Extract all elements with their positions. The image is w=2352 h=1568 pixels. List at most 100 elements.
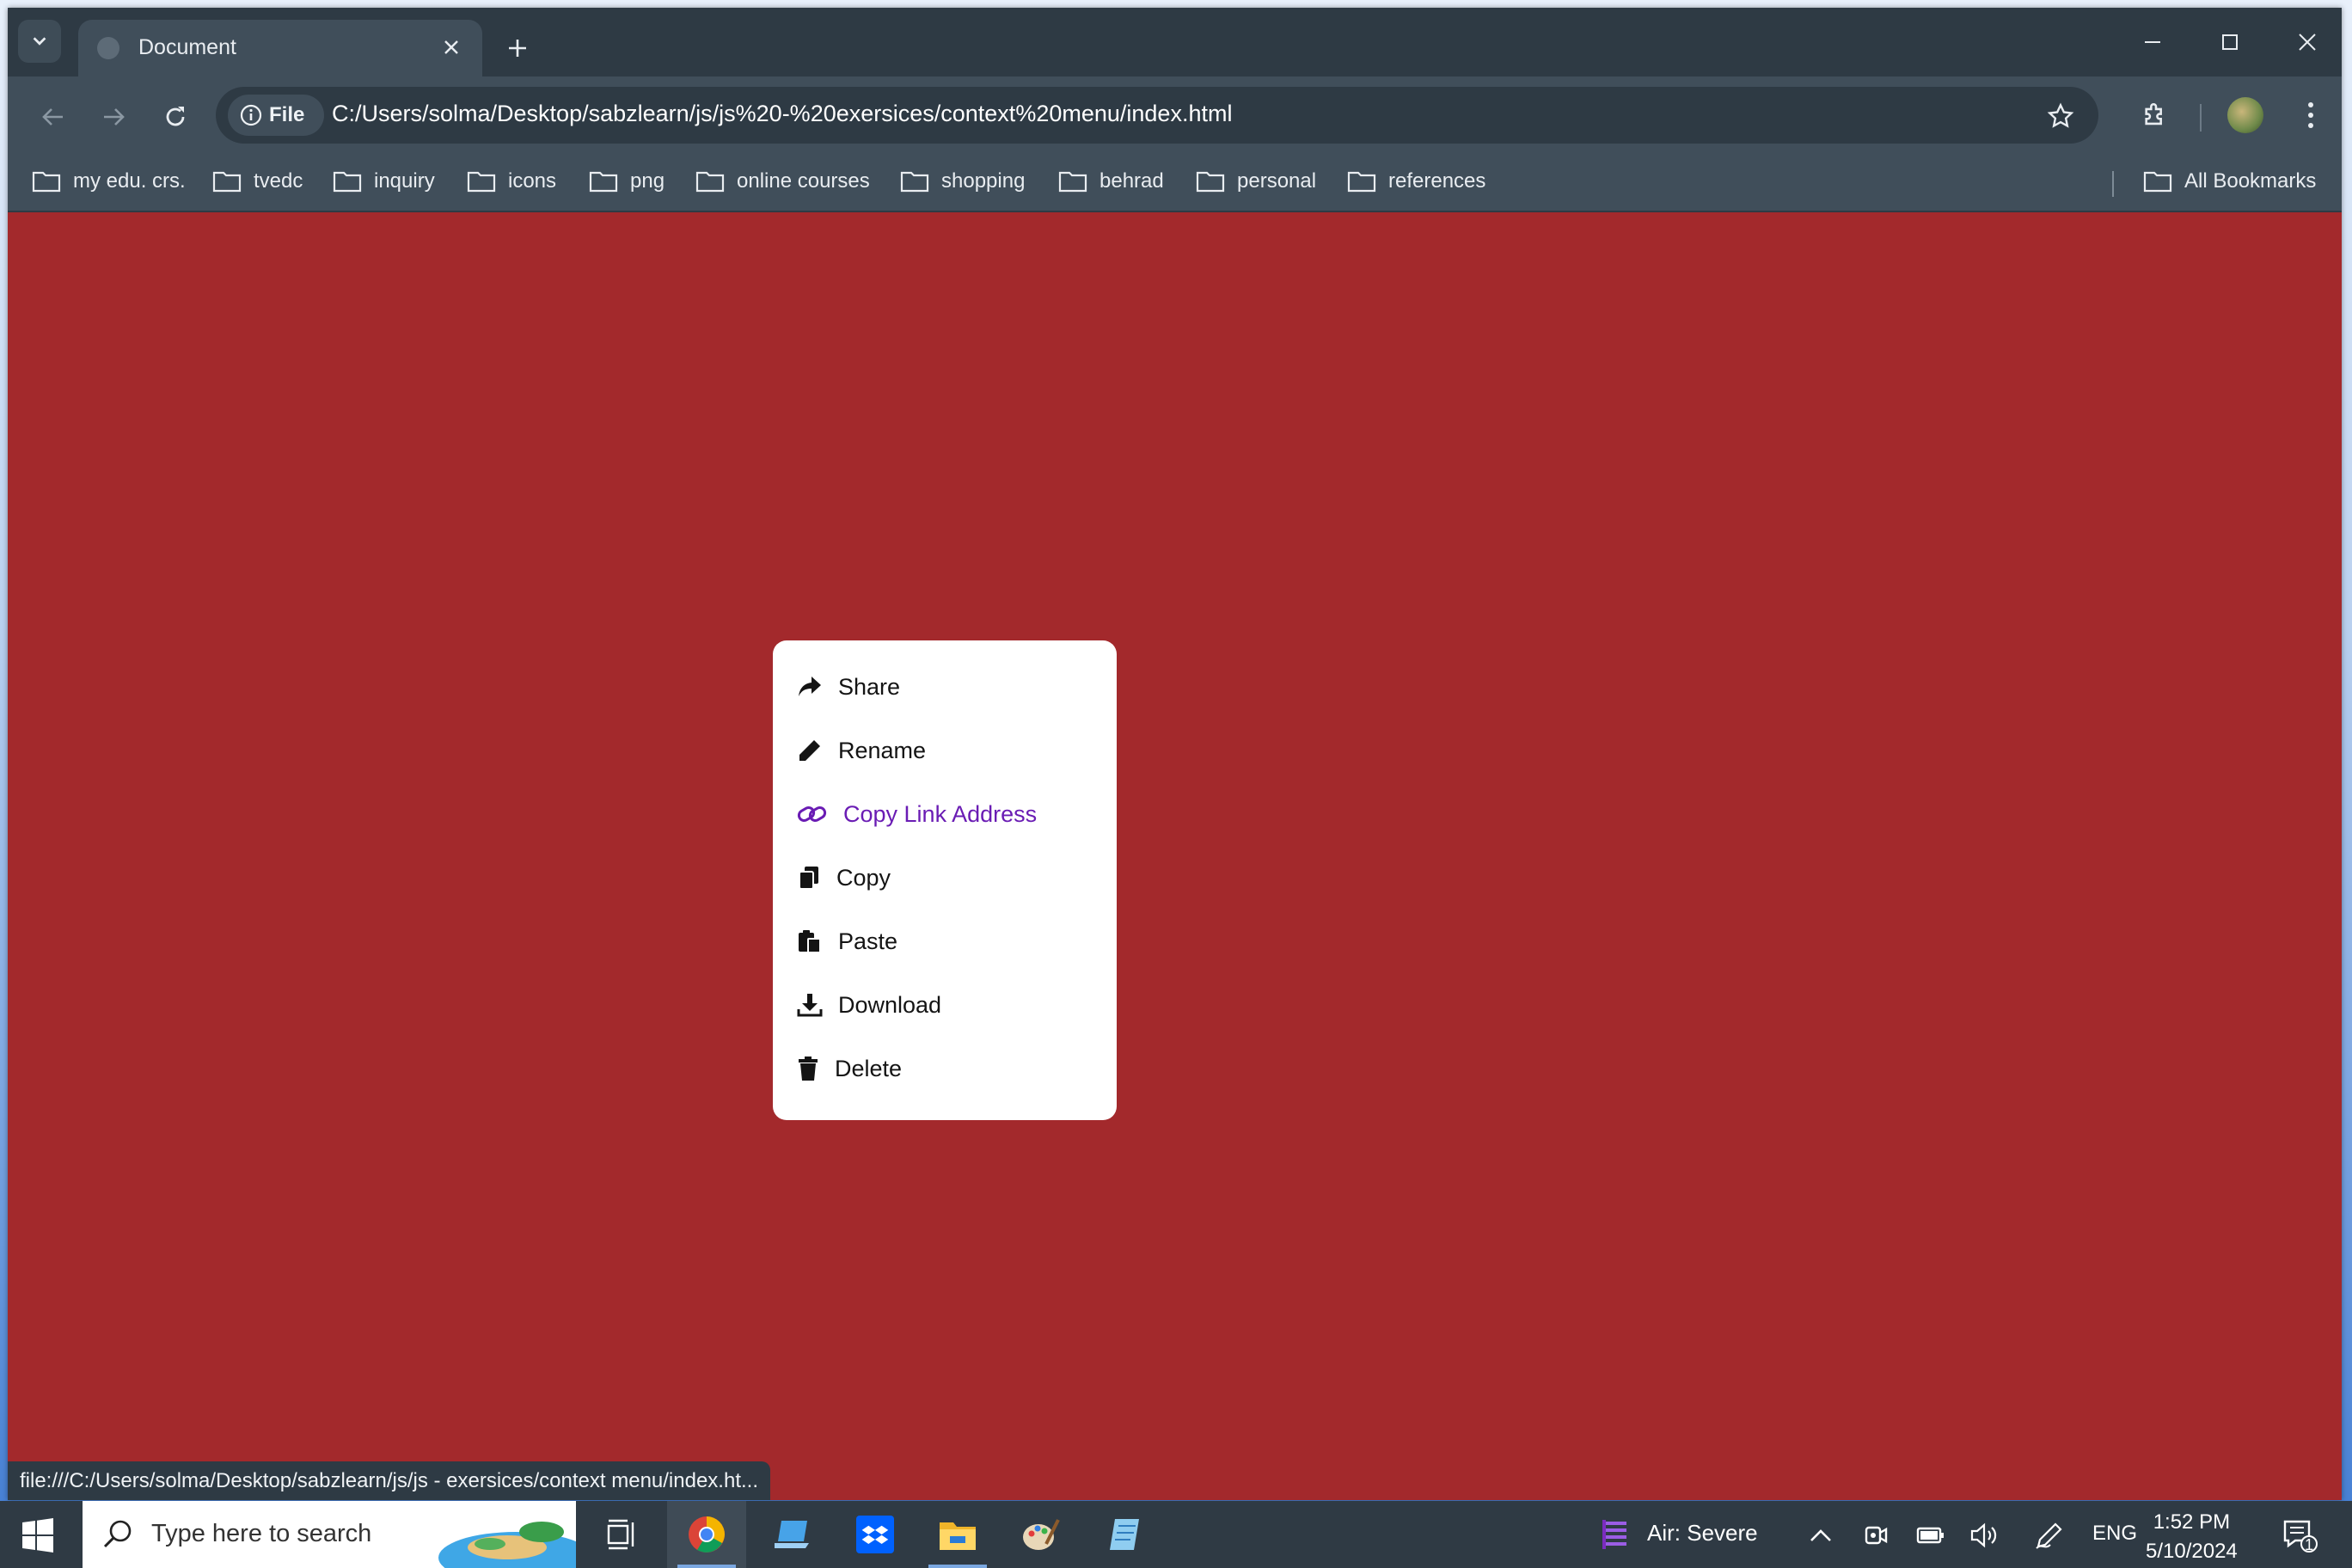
search-placeholder: Type here to search (151, 1520, 372, 1547)
maximize-button[interactable] (2191, 16, 2269, 68)
taskbar-laptop-app[interactable] (753, 1501, 832, 1568)
bookmark-label: shopping (941, 169, 1026, 193)
start-button[interactable] (17, 1515, 58, 1556)
bookmark-folder[interactable]: my edu. crs. (32, 169, 186, 193)
menu-item-label: Copy (836, 864, 891, 891)
notepad-icon (1110, 1519, 1139, 1550)
download-icon (797, 994, 823, 1017)
close-icon (444, 40, 458, 54)
share-icon (799, 677, 821, 696)
folder-icon (940, 1522, 976, 1550)
taskbar-search-box[interactable]: Type here to search (83, 1501, 576, 1568)
tab-strip: Document (8, 8, 2342, 77)
bookmark-label: inquiry (374, 169, 435, 193)
task-view-button[interactable] (581, 1501, 660, 1568)
link-status-bubble: file:///C:/Users/solma/Desktop/sabzlearn… (8, 1461, 770, 1500)
bookmark-star-button[interactable] (2043, 99, 2078, 133)
weather-widget-icon[interactable] (1597, 1516, 1632, 1551)
copy-icon (799, 867, 818, 890)
folder-icon (467, 171, 496, 193)
bookmark-folder[interactable]: behrad (1058, 169, 1164, 193)
reload-button[interactable] (154, 95, 197, 138)
menu-item-copy[interactable]: Copy (797, 852, 891, 903)
pen-workspace-button[interactable] (2034, 1520, 2065, 1551)
taskbar-dropbox[interactable] (836, 1501, 915, 1568)
bookmark-folder[interactable]: inquiry (333, 169, 435, 193)
active-app-indicator (677, 1565, 736, 1568)
menu-item-share[interactable]: Share (797, 661, 900, 713)
minimize-button[interactable] (2114, 16, 2191, 68)
chevron-down-icon (33, 37, 46, 46)
close-icon (2299, 34, 2316, 51)
menu-item-paste[interactable]: Paste (797, 916, 897, 967)
input-language[interactable]: ENG (2092, 1522, 2137, 1546)
taskbar-paint[interactable] (1001, 1501, 1080, 1568)
battery-button[interactable] (1915, 1520, 1946, 1551)
menu-item-delete[interactable]: Delete (797, 1043, 902, 1094)
meet-now-button[interactable] (1860, 1520, 1891, 1551)
speaker-icon (1970, 1522, 1997, 1548)
reload-icon (166, 107, 185, 126)
taskbar-chrome[interactable] (667, 1501, 746, 1568)
bookmark-folder[interactable]: icons (467, 169, 556, 193)
menu-button[interactable] (2289, 94, 2332, 137)
pen-icon (2036, 1522, 2062, 1549)
menu-item-label: Paste (838, 928, 898, 954)
site-info-chip[interactable]: File (228, 95, 324, 136)
tab-search-button[interactable] (18, 20, 61, 63)
url-text[interactable]: C:/Users/solma/Desktop/sabzlearn/js/js%2… (332, 101, 1232, 127)
action-center-button[interactable]: 1 (2280, 1516, 2318, 1554)
page-content[interactable] (8, 212, 2342, 1500)
clock-time: 1:52 PM (2153, 1510, 2231, 1534)
menu-item-copy-link-address[interactable]: Copy Link Address (797, 788, 1037, 840)
bookmark-folder[interactable]: personal (1196, 169, 1316, 193)
weather-text[interactable]: Air: Severe (1647, 1520, 1758, 1547)
puzzle-icon (2145, 103, 2162, 126)
laptop-icon (775, 1521, 809, 1548)
tab-title: Document (138, 35, 236, 59)
bookmark-folder[interactable]: shopping (900, 169, 1025, 193)
menu-item-label: Copy Link Address (843, 800, 1038, 827)
show-hidden-icons-button[interactable] (1805, 1520, 1836, 1551)
bookmark-folder[interactable]: tvedc (212, 169, 303, 193)
arrow-left-icon (42, 108, 63, 126)
kebab-menu-icon (2308, 102, 2313, 128)
extensions-button[interactable] (2135, 94, 2177, 137)
menu-item-rename[interactable]: Rename (797, 725, 926, 776)
back-button[interactable] (32, 95, 75, 138)
folder-icon (212, 171, 242, 193)
browser-toolbar: File C:/Users/solma/Desktop/sabzlearn/js… (8, 77, 2342, 156)
task-view-icon (607, 1519, 634, 1550)
windows-logo-icon (22, 1518, 53, 1553)
dropbox-icon (856, 1516, 894, 1553)
profile-avatar[interactable] (2227, 97, 2263, 133)
folder-icon (333, 171, 362, 193)
tab-close-button[interactable] (436, 32, 467, 63)
taskbar-clock[interactable]: 1:52 PM 5/10/2024 (2146, 1508, 2238, 1566)
forward-button[interactable] (92, 95, 135, 138)
address-bar[interactable]: File C:/Users/solma/Desktop/sabzlearn/js… (216, 87, 2098, 144)
bookmark-label: my edu. crs. (73, 169, 186, 193)
tab-document[interactable]: Document (78, 20, 482, 77)
bookmark-label: png (630, 169, 665, 193)
folder-icon (1058, 171, 1087, 193)
menu-item-label: Rename (838, 737, 927, 763)
star-icon (2047, 102, 2074, 128)
new-tab-button[interactable] (496, 27, 539, 70)
bookmark-folder[interactable]: references (1347, 169, 1485, 193)
battery-icon (1916, 1527, 1944, 1544)
all-bookmarks-button[interactable]: All Bookmarks (2143, 169, 2316, 193)
bookmark-folder[interactable]: online courses (695, 169, 870, 193)
close-window-button[interactable] (2269, 16, 2342, 68)
info-icon (240, 104, 262, 126)
menu-item-download[interactable]: Download (797, 979, 941, 1031)
taskbar-notepad[interactable] (1085, 1501, 1164, 1568)
chrome-icon (689, 1516, 725, 1553)
plus-icon (509, 40, 526, 57)
volume-button[interactable] (1969, 1520, 2000, 1551)
taskbar-file-explorer[interactable] (918, 1501, 997, 1568)
menu-item-label: Delete (835, 1055, 903, 1081)
menu-item-label: Share (838, 673, 901, 700)
bookmark-folder[interactable]: png (589, 169, 665, 193)
bookmark-label: icons (508, 169, 557, 193)
